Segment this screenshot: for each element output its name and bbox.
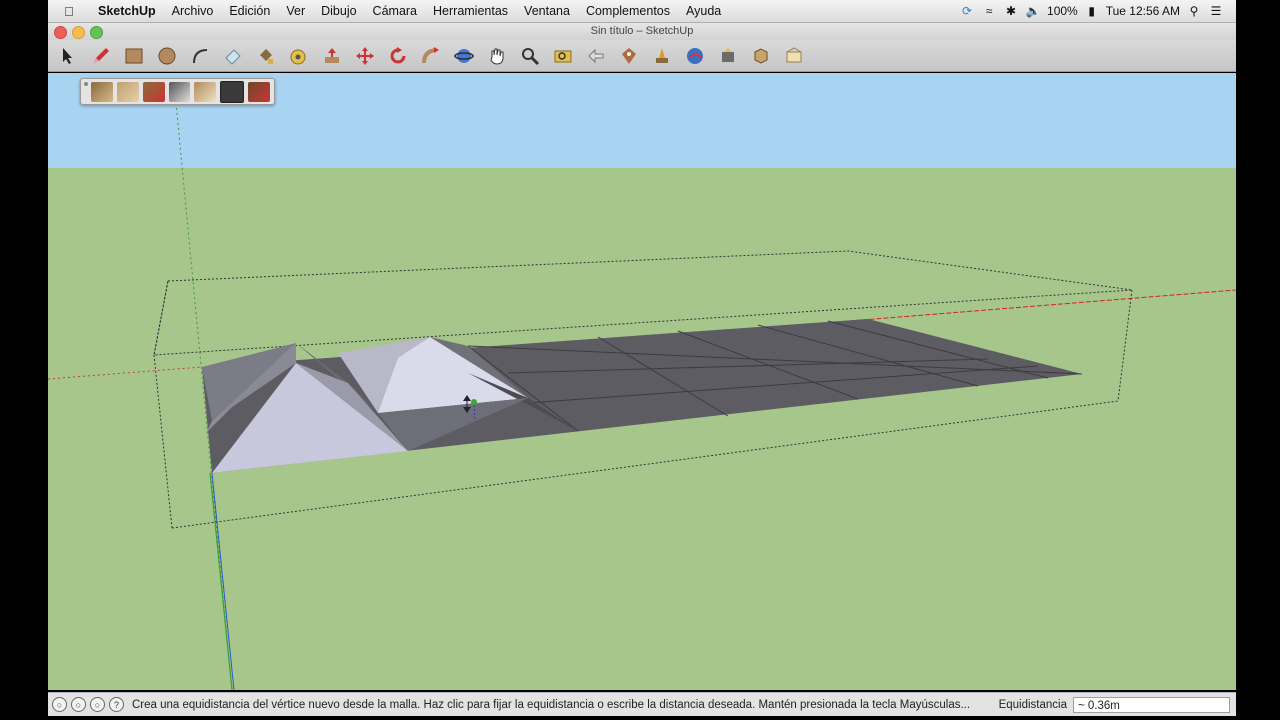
measurements-label: Equidistancia: [998, 698, 1067, 711]
add-location-icon[interactable]: [617, 44, 640, 67]
zoom-extents-icon[interactable]: [551, 44, 574, 67]
stamp-icon[interactable]: [168, 81, 191, 102]
menu-herramientas[interactable]: Herramientas: [425, 4, 516, 18]
eraser-icon[interactable]: [221, 44, 244, 67]
sandbox-toolbar: [80, 78, 275, 105]
battery-icon[interactable]: ▮: [1084, 4, 1100, 18]
arc-icon[interactable]: [188, 44, 211, 67]
rectangle-icon[interactable]: [122, 44, 145, 67]
add-detail-icon[interactable]: [220, 80, 245, 103]
menu-bar:  SketchUp Archivo Edición Ver Dibujo Cá…: [48, 0, 1236, 23]
menu-edicion[interactable]: Edición: [221, 4, 278, 18]
components-icon[interactable]: [749, 44, 772, 67]
zoom-window-button[interactable]: [90, 26, 103, 39]
bluetooth-icon[interactable]: ✱: [1003, 4, 1019, 18]
window-titlebar: Sin título – SketchUp: [48, 23, 1236, 40]
tape-measure-icon[interactable]: [287, 44, 310, 67]
main-toolbar: [48, 40, 1236, 72]
apple-menu-icon[interactable]: : [48, 4, 90, 19]
from-scratch-icon[interactable]: [116, 81, 139, 102]
menu-ventana[interactable]: Ventana: [516, 4, 578, 18]
menu-camara[interactable]: Cámara: [365, 4, 425, 18]
window-title: Sin título – SketchUp: [590, 25, 694, 37]
get-models-icon[interactable]: [683, 44, 706, 67]
pencil-icon[interactable]: [89, 44, 112, 67]
orbit-icon[interactable]: [452, 44, 475, 67]
menu-complementos[interactable]: Complementos: [578, 4, 678, 18]
smoove-icon[interactable]: [142, 81, 165, 102]
vertex-point: [471, 399, 477, 405]
volume-icon[interactable]: 🔈: [1025, 4, 1041, 18]
pan-icon[interactable]: [485, 44, 508, 67]
toolbar-close-icon[interactable]: [84, 82, 88, 86]
minimize-window-button[interactable]: [72, 26, 85, 39]
rotate-icon[interactable]: [386, 44, 409, 67]
clock[interactable]: Tue 12:56 AM: [1106, 4, 1180, 18]
measurements-input[interactable]: ~ 0.36m: [1073, 696, 1230, 713]
status-message: Crea una equidistancia del vértice nuevo…: [132, 698, 971, 711]
from-contours-icon[interactable]: [91, 81, 113, 102]
wifi-icon[interactable]: ≈: [981, 4, 997, 18]
menu-ver[interactable]: Ver: [278, 4, 313, 18]
drape-icon[interactable]: [194, 81, 217, 102]
app-menu[interactable]: SketchUp: [90, 4, 164, 18]
notification-center-icon[interactable]: ☰: [1208, 4, 1224, 18]
flip-edge-icon[interactable]: [248, 81, 271, 102]
zoom-icon[interactable]: [518, 44, 541, 67]
previous-view-icon[interactable]: [584, 44, 607, 67]
push-pull-icon[interactable]: [320, 44, 343, 67]
select-icon[interactable]: [56, 44, 79, 67]
share-model-icon[interactable]: [716, 44, 739, 67]
sync-icon[interactable]: ⟳: [959, 4, 975, 18]
user-icon[interactable]: ○: [90, 697, 105, 712]
circle-icon[interactable]: [155, 44, 178, 67]
extension-warehouse-icon[interactable]: [782, 44, 805, 67]
move-icon[interactable]: [353, 44, 376, 67]
menu-ayuda[interactable]: Ayuda: [678, 4, 729, 18]
menu-archivo[interactable]: Archivo: [164, 4, 222, 18]
battery-percent: 100%: [1047, 4, 1078, 18]
drawing-viewport[interactable]: [48, 73, 1236, 690]
status-bar: ○ ○ ○ ? Crea una equidistancia del vérti…: [48, 692, 1236, 716]
close-window-button[interactable]: [54, 26, 67, 39]
geolocation-icon[interactable]: ○: [52, 697, 67, 712]
follow-me-icon[interactable]: [419, 44, 442, 67]
spotlight-search-icon[interactable]: ⚲: [1186, 4, 1202, 18]
menu-dibujo[interactable]: Dibujo: [313, 4, 364, 18]
help-icon[interactable]: ?: [109, 697, 124, 712]
credits-icon[interactable]: ○: [71, 697, 86, 712]
paint-bucket-icon[interactable]: [254, 44, 277, 67]
toggle-terrain-icon[interactable]: [650, 44, 673, 67]
